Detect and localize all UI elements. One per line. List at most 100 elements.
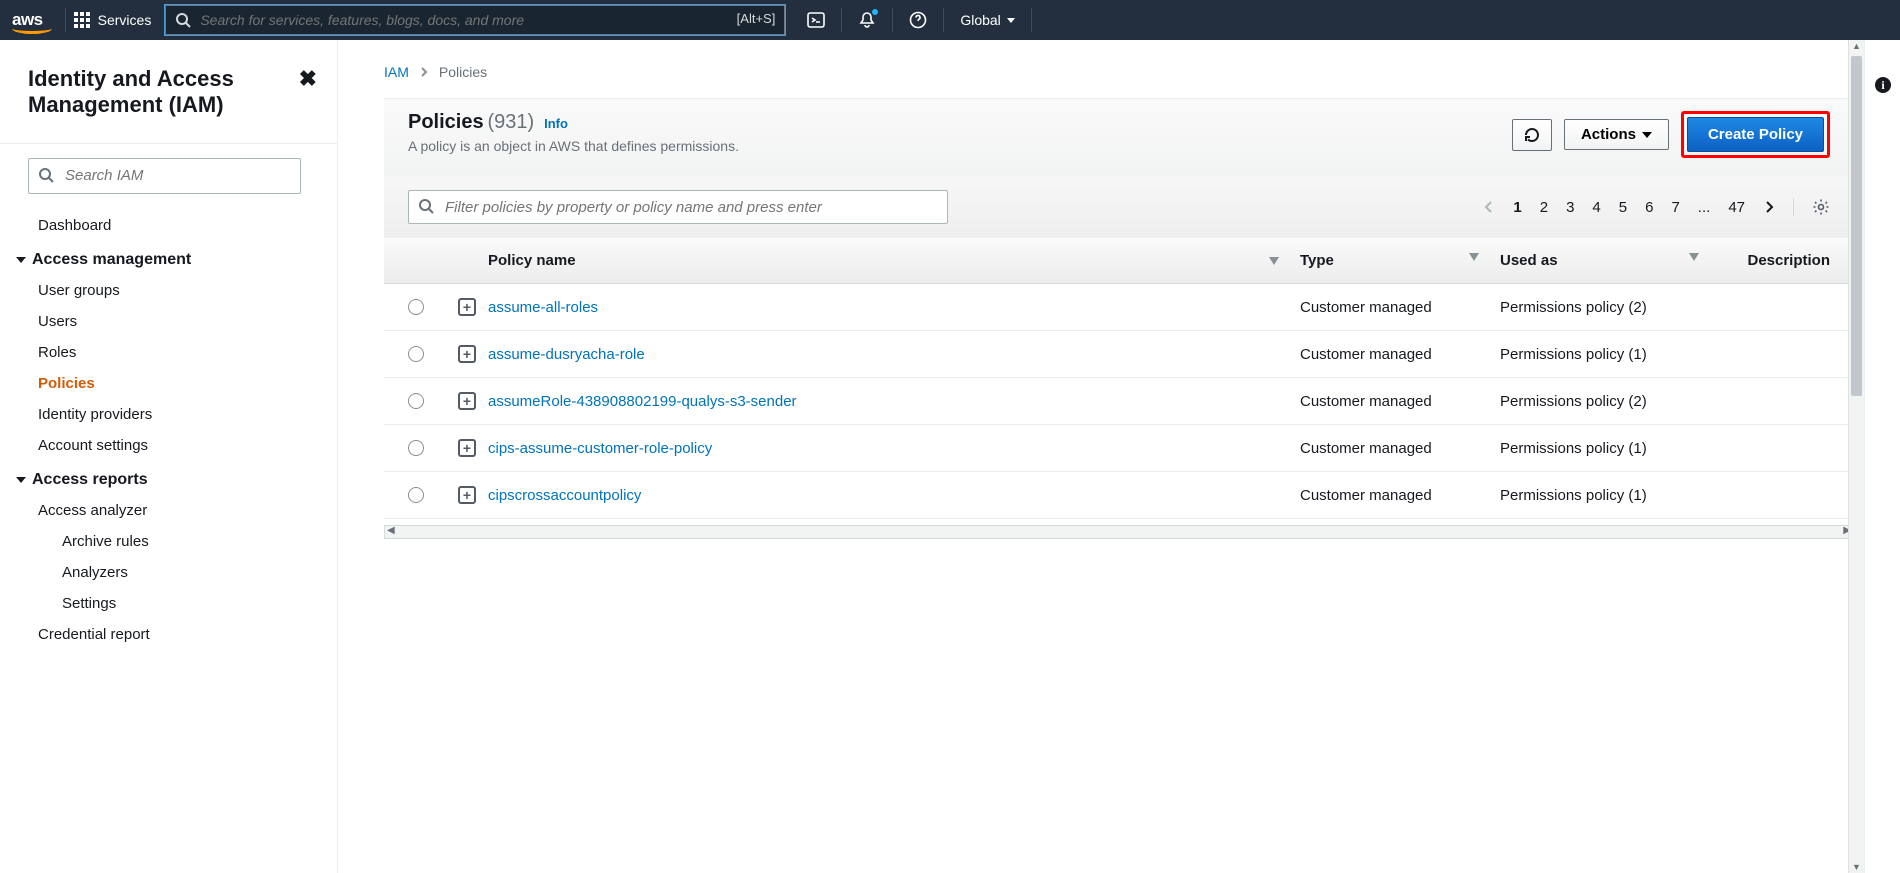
row-radio[interactable]	[408, 487, 424, 503]
help-button[interactable]	[901, 11, 935, 29]
sort-icon[interactable]	[1268, 256, 1280, 266]
pager-prev-button[interactable]	[1483, 200, 1495, 214]
column-header-description[interactable]: Description	[1720, 252, 1830, 269]
chevron-down-icon	[16, 477, 26, 483]
close-sidebar-button[interactable]: ✖	[299, 66, 317, 92]
table-row: +cipscrossaccountpolicyCustomer managedP…	[384, 472, 1854, 519]
search-icon	[175, 12, 191, 28]
row-radio[interactable]	[408, 299, 424, 315]
pager-next-button[interactable]	[1763, 200, 1775, 214]
divider	[841, 8, 842, 32]
policy-name-link[interactable]: assumeRole-438908802199-qualys-s3-sender	[488, 393, 797, 410]
divider	[943, 8, 944, 32]
column-header-policy-name[interactable]: Policy name	[488, 252, 576, 269]
refresh-icon	[1523, 126, 1541, 144]
sort-icon[interactable]	[1468, 252, 1480, 262]
breadcrumb-root[interactable]: IAM	[384, 64, 409, 80]
sidebar-item-account-settings[interactable]: Account settings	[8, 430, 337, 461]
divider	[65, 8, 66, 32]
services-menu-button[interactable]: Services	[74, 12, 152, 28]
sidebar-search-input[interactable]	[28, 158, 301, 194]
policy-name-link[interactable]: cips-assume-customer-role-policy	[488, 440, 712, 457]
sidebar-item-dashboard[interactable]: Dashboard	[8, 210, 337, 241]
horizontal-scrollbar[interactable]	[384, 525, 1854, 539]
table-settings-button[interactable]	[1793, 198, 1830, 216]
expand-row-button[interactable]: +	[458, 392, 476, 410]
policy-name-link[interactable]: assume-dusryacha-role	[488, 346, 645, 363]
pager-page-last[interactable]: 47	[1728, 199, 1745, 216]
pager-page-1[interactable]: 1	[1513, 199, 1521, 216]
sidebar-group-access-reports[interactable]: Access reports	[8, 461, 337, 495]
info-icon[interactable]: i	[1874, 76, 1892, 873]
pager-page-7[interactable]: 7	[1671, 199, 1679, 216]
table-header-row: Policy name Type Used as Description	[384, 238, 1854, 284]
chevron-down-icon	[1642, 132, 1652, 138]
column-header-used-as[interactable]: Used as	[1500, 252, 1558, 269]
policy-name-link[interactable]: assume-all-roles	[488, 299, 598, 316]
policy-type-cell: Customer managed	[1300, 440, 1500, 457]
actions-dropdown-button[interactable]: Actions	[1564, 119, 1669, 150]
policy-used-as-cell: Permissions policy (1)	[1500, 346, 1720, 363]
sidebar-item-user-groups[interactable]: User groups	[8, 275, 337, 306]
breadcrumb-current: Policies	[439, 64, 487, 80]
search-shortcut-label: [Alt+S]	[737, 11, 776, 26]
services-label: Services	[98, 12, 152, 28]
row-radio[interactable]	[408, 440, 424, 456]
table-row: +assume-dusryacha-roleCustomer managedPe…	[384, 331, 1854, 378]
chevron-down-icon	[16, 257, 26, 263]
table-row: + cips-assume-customer-role-policy Custome…	[384, 425, 1854, 472]
pager-page-5[interactable]: 5	[1619, 199, 1627, 216]
expand-row-button[interactable]: +	[458, 439, 476, 457]
sidebar-item-users[interactable]: Users	[8, 306, 337, 337]
breadcrumb: IAM Policies	[384, 64, 1854, 80]
sidebar-item-analyzers[interactable]: Analyzers	[8, 557, 337, 588]
notification-dot-icon	[872, 9, 878, 15]
vertical-scrollbar[interactable]	[1848, 40, 1864, 873]
info-link[interactable]: Info	[544, 116, 568, 131]
panel-header: Policies (931) Info A policy is an objec…	[384, 98, 1854, 176]
column-header-type[interactable]: Type	[1300, 252, 1334, 269]
sidebar-item-archive-rules[interactable]: Archive rules	[8, 526, 337, 557]
search-icon	[418, 198, 434, 214]
pager-page-6[interactable]: 6	[1645, 199, 1653, 216]
policy-name-link[interactable]: cipscrossaccountpolicy	[488, 487, 641, 504]
policy-type-cell: Customer managed	[1300, 393, 1500, 410]
aws-logo[interactable]: aws	[12, 10, 43, 30]
notifications-button[interactable]	[850, 11, 884, 29]
expand-row-button[interactable]: +	[458, 486, 476, 504]
policy-type-cell: Customer managed	[1300, 299, 1500, 316]
page-description: A policy is an object in AWS that define…	[408, 138, 739, 154]
global-search-input[interactable]	[165, 5, 785, 35]
refresh-button[interactable]	[1512, 119, 1552, 151]
pager-page-3[interactable]: 3	[1566, 199, 1574, 216]
sidebar-item-identity-providers[interactable]: Identity providers	[8, 399, 337, 430]
expand-row-button[interactable]: +	[458, 298, 476, 316]
sidebar-item-policies[interactable]: Policies	[8, 368, 337, 399]
sidebar-item-access-analyzer[interactable]: Access analyzer	[8, 495, 337, 526]
policy-filter-input[interactable]	[408, 190, 948, 224]
global-search: [Alt+S]	[165, 5, 785, 35]
filter-bar: 1 2 3 4 5 6 7 ... 47	[384, 176, 1854, 238]
search-icon	[38, 167, 54, 183]
create-policy-highlight: Create Policy	[1681, 111, 1830, 158]
pager-page-4[interactable]: 4	[1592, 199, 1600, 216]
top-navigation: aws Services [Alt+S] Global	[0, 0, 1900, 40]
create-policy-button[interactable]: Create Policy	[1687, 117, 1824, 152]
sort-icon[interactable]	[1688, 252, 1700, 262]
table-row: + assumeRole-438908802199-qualys-s3-sende…	[384, 378, 1854, 425]
expand-row-button[interactable]: +	[458, 345, 476, 363]
pager-page-2[interactable]: 2	[1540, 199, 1548, 216]
row-radio[interactable]	[408, 346, 424, 362]
pager-ellipsis: ...	[1698, 199, 1711, 216]
gear-icon	[1812, 198, 1830, 216]
sidebar-item-roles[interactable]: Roles	[8, 337, 337, 368]
policy-used-as-cell: Permissions policy (2)	[1500, 299, 1720, 316]
policies-table: Policy name Type Used as Description + as…	[384, 238, 1854, 519]
sidebar-item-credential-report[interactable]: Credential report	[8, 619, 337, 650]
sidebar-item-settings[interactable]: Settings	[8, 588, 337, 619]
policy-used-as-cell: Permissions policy (2)	[1500, 393, 1720, 410]
row-radio[interactable]	[408, 393, 424, 409]
cloudshell-button[interactable]	[799, 11, 833, 29]
region-selector[interactable]: Global	[952, 12, 1022, 28]
sidebar-group-access-management[interactable]: Access management	[8, 241, 337, 275]
